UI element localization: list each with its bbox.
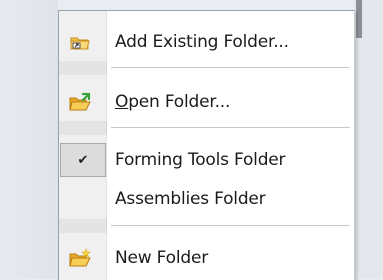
folder-open-icon (69, 92, 91, 112)
menu-item-label: New Folder (115, 248, 209, 268)
menu-item-assemblies-folder[interactable]: Assemblies Folder (59, 182, 354, 216)
menu-separator (59, 121, 354, 135)
menu-item-label: Open Folder... (115, 92, 231, 112)
menu-item-new-folder[interactable]: New Folder (59, 241, 354, 275)
menu-item-label: Add Existing Folder... (115, 32, 289, 52)
menu-separator (59, 61, 354, 75)
folder-new-icon (69, 248, 91, 268)
menu-item-open-folder[interactable]: Open Folder... (59, 85, 354, 119)
menu-item-label: Forming Tools Folder (115, 150, 286, 170)
background-panel-left (0, 0, 58, 279)
menu-item-add-existing-folder[interactable]: Add Existing Folder... (59, 25, 354, 59)
menu-item-label: Assemblies Folder (115, 189, 266, 209)
background-panel-right (353, 0, 383, 279)
context-menu: Add Existing Folder... Open Folder... ✔ … (58, 10, 355, 280)
menu-separator (59, 219, 354, 233)
menu-item-forming-tools-folder[interactable]: ✔ Forming Tools Folder (59, 143, 354, 177)
checkmark-icon: ✔ (60, 143, 106, 177)
scrollbar-thumb[interactable] (356, 0, 362, 38)
folder-link-icon (69, 32, 91, 52)
